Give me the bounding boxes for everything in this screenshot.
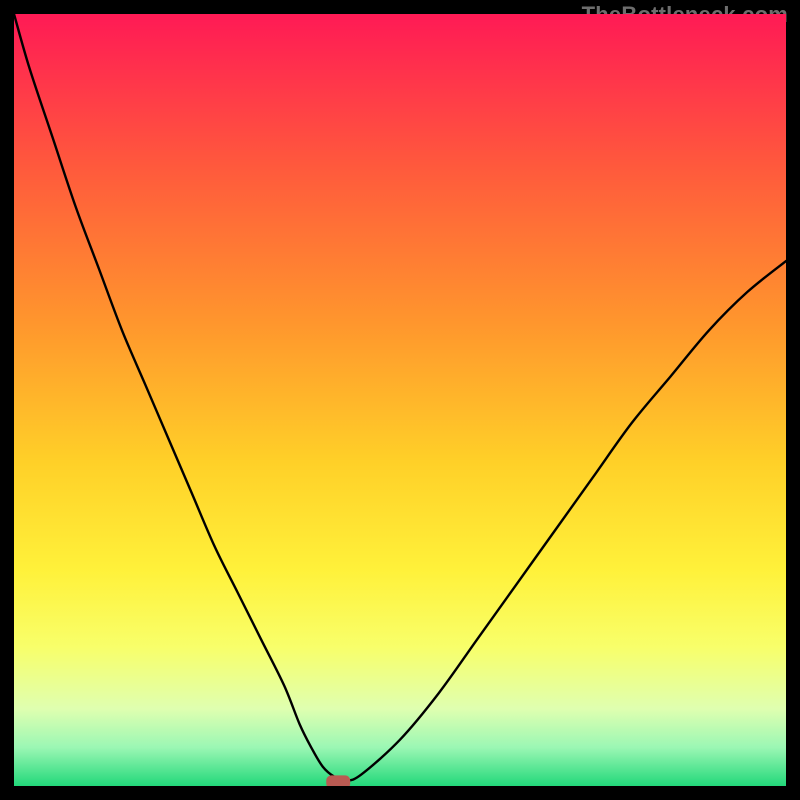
optimum-marker — [326, 775, 350, 786]
chart-background — [14, 14, 786, 786]
chart-frame: TheBottleneck.com — [14, 14, 786, 786]
chart-svg — [14, 14, 786, 786]
